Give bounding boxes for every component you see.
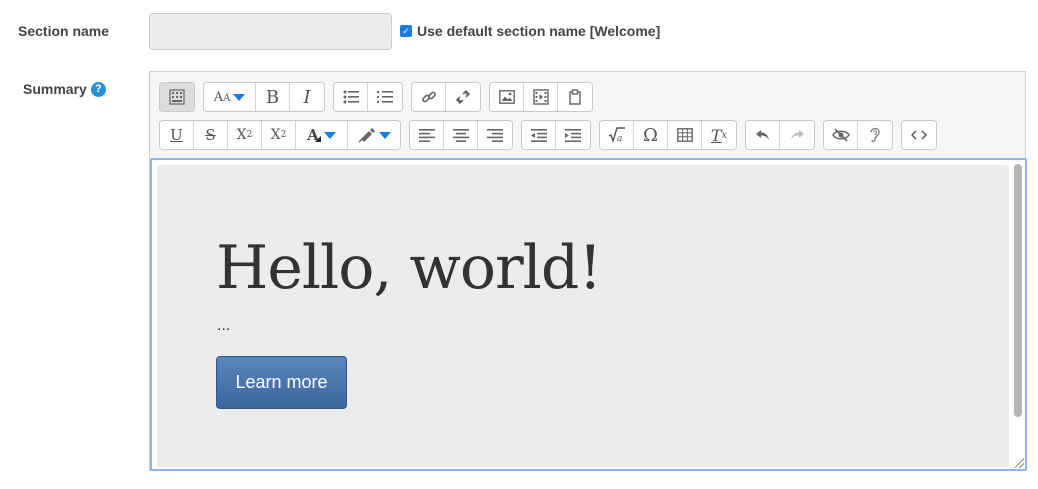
clear-formatting-glyph: T (710, 125, 722, 145)
accessibility-checker-icon[interactable] (824, 121, 858, 149)
toolbar-group-style: AA B I (203, 82, 325, 112)
toolbar-group-lists (333, 82, 403, 112)
media-icon[interactable] (524, 83, 558, 111)
editor-scrollbar-thumb[interactable] (1014, 164, 1022, 417)
superscript-glyph: X (270, 127, 281, 143)
editor-content-frame[interactable]: Hello, world! ... Learn more (150, 158, 1027, 471)
align-right-icon[interactable] (478, 121, 512, 149)
clear-formatting-icon[interactable]: Tx (702, 121, 736, 149)
toolbar-row-1: AA B I (159, 82, 593, 112)
section-name-label: Section name (18, 23, 110, 39)
unordered-list-icon[interactable] (334, 83, 368, 111)
toolbar-group-indent (521, 120, 591, 150)
summary-label-row: Summary ? (23, 81, 106, 97)
subscript-icon[interactable]: X2 (228, 121, 262, 149)
editor-scrollbar-track[interactable] (1011, 160, 1025, 469)
editor-content-area[interactable]: Hello, world! ... Learn more (157, 165, 1009, 467)
unlink-icon[interactable] (446, 83, 480, 111)
redo-icon[interactable] (780, 121, 814, 149)
italic-icon[interactable]: I (290, 83, 324, 111)
undo-icon[interactable] (746, 121, 780, 149)
clear-formatting-sub: x (721, 129, 728, 141)
underline-icon[interactable]: U (160, 121, 194, 149)
svg-text:a: a (617, 134, 622, 143)
manage-files-icon[interactable] (558, 83, 592, 111)
outdent-icon[interactable] (522, 121, 556, 149)
toolbar-row-2: U S X2 X2 A a Ω T x (159, 120, 937, 150)
font-color-icon[interactable]: A (296, 121, 348, 149)
align-center-icon[interactable] (444, 121, 478, 149)
ordered-list-icon[interactable] (368, 83, 402, 111)
bold-icon[interactable]: B (256, 83, 290, 111)
html-source-icon[interactable] (902, 121, 936, 149)
toolbar-group-accessibility (823, 120, 893, 150)
align-left-icon[interactable] (410, 121, 444, 149)
section-name-input[interactable] (149, 13, 392, 50)
toolbar-group-history (745, 120, 815, 150)
toolbar-group-links (411, 82, 481, 112)
learn-more-button[interactable]: Learn more (216, 356, 347, 409)
show-more-buttons-icon[interactable] (160, 83, 194, 111)
hero-ellipsis: ... (217, 317, 231, 334)
strikethrough-icon[interactable]: S (194, 121, 228, 149)
screenreader-helper-icon[interactable] (858, 121, 892, 149)
strikethrough-glyph: S (205, 126, 216, 144)
use-default-checkbox-row[interactable]: ✓ Use default section name [Welcome] (400, 23, 660, 39)
equation-icon[interactable]: a (600, 121, 634, 149)
superscript-icon[interactable]: X2 (262, 121, 296, 149)
help-icon[interactable]: ? (90, 81, 106, 97)
toolbar-group-text-format: U S X2 X2 A (159, 120, 401, 150)
toolbar-group-source (901, 120, 937, 150)
superscript-index: 2 (280, 130, 287, 140)
link-icon[interactable] (412, 83, 446, 111)
use-default-label[interactable]: Use default section name [Welcome] (417, 23, 660, 39)
font-size-icon[interactable]: AA (204, 83, 256, 111)
image-icon[interactable] (490, 83, 524, 111)
underline-glyph: U (170, 126, 183, 144)
indent-icon[interactable] (556, 121, 590, 149)
summary-editor: AA B I U S X 2 X 2 A a Ω T x Hello, worl… (149, 71, 1027, 471)
resize-handle-icon[interactable] (1014, 458, 1024, 468)
subscript-index: 2 (246, 130, 253, 140)
toolbar-group-align (409, 120, 513, 150)
summary-label: Summary (23, 81, 87, 97)
toolbar-group-media (489, 82, 593, 112)
subscript-glyph: X (236, 127, 247, 143)
table-icon[interactable] (668, 121, 702, 149)
use-default-checkbox[interactable]: ✓ (400, 25, 412, 37)
background-color-icon[interactable] (348, 121, 400, 149)
toolbar-group-more (159, 82, 195, 112)
hero-heading: Hello, world! (216, 233, 602, 303)
toolbar-group-insert: a Ω Tx (599, 120, 737, 150)
special-character-icon[interactable]: Ω (634, 121, 668, 149)
